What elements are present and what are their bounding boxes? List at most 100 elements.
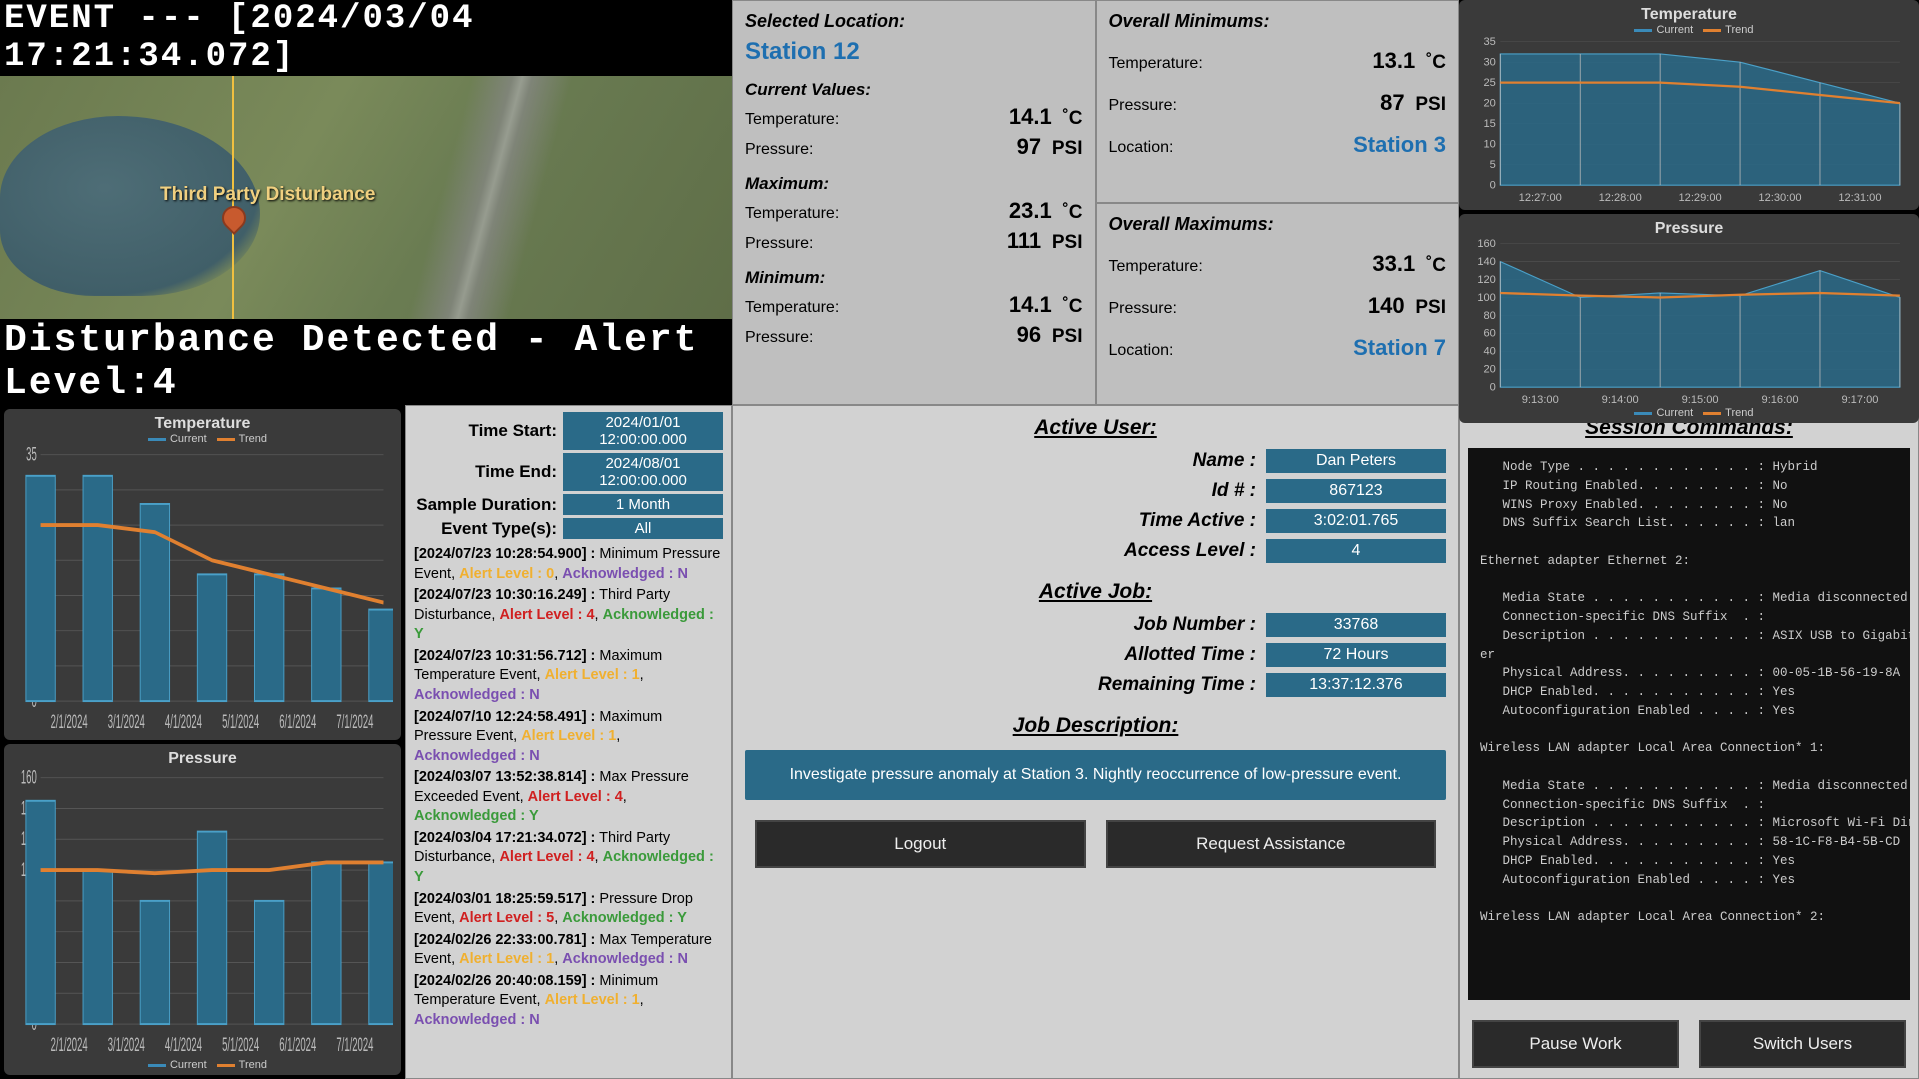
chart-title: Pressure <box>1467 220 1911 238</box>
svg-text:4/1/2024: 4/1/2024 <box>165 712 202 734</box>
user-time-value: 3:02:01.765 <box>1266 509 1446 533</box>
job-number-label: Job Number : <box>745 614 1266 636</box>
filter-type-label: Event Type(s): <box>441 519 557 539</box>
user-name-value: Dan Peters <box>1266 449 1446 473</box>
log-item[interactable]: [2024/02/26 20:40:08.159] : Minimum Temp… <box>414 972 723 1031</box>
user-job-pane: Active User: Name :Dan Peters Id # :8671… <box>732 405 1459 1079</box>
svg-text:35: 35 <box>26 445 37 466</box>
active-user-header: Active User: <box>745 416 1446 440</box>
chart-legend: CurrentTrend <box>1467 24 1911 36</box>
svg-text:9:14:00: 9:14:00 <box>1602 393 1639 405</box>
svg-text:5: 5 <box>1490 159 1496 171</box>
svg-text:120: 120 <box>1477 273 1496 285</box>
svg-text:160: 160 <box>1477 238 1496 250</box>
chart-title: Pressure <box>12 750 393 768</box>
sel-temp-unit: ˚C <box>1062 108 1082 129</box>
svg-text:2/1/2024: 2/1/2024 <box>51 1035 88 1057</box>
charts-bottom-left: TemperatureCurrentTrend051015202530352/1… <box>0 405 405 1079</box>
chart-legend: CurrentTrend <box>12 1059 393 1071</box>
current-values-header: Current Values: <box>745 80 1083 100</box>
log-item[interactable]: [2024/03/07 13:52:38.814] : Max Pressure… <box>414 768 723 827</box>
svg-text:40: 40 <box>1484 345 1496 357</box>
sel-max-temp: 23.1 <box>1009 198 1052 223</box>
svg-text:60: 60 <box>1484 327 1496 339</box>
filter-start-value[interactable]: 2024/01/01 12:00:00.000 <box>563 412 723 450</box>
log-item[interactable]: [2024/07/23 10:30:16.249] : Third Party … <box>414 586 723 645</box>
svg-text:5/1/2024: 5/1/2024 <box>222 712 259 734</box>
logout-button[interactable]: Logout <box>755 820 1086 868</box>
overall-max-title: Overall Maximums: <box>1109 214 1447 235</box>
map-pane: EVENT --- [2024/03/04 17:21:34.072] Thir… <box>0 0 732 405</box>
map-view[interactable]: Third Party Disturbance <box>0 76 732 319</box>
log-item[interactable]: [2024/03/04 17:21:34.072] : Third Party … <box>414 829 723 888</box>
svg-text:30: 30 <box>1484 56 1496 68</box>
user-access-label: Access Level : <box>745 540 1266 562</box>
log-item[interactable]: [2024/03/01 18:25:59.517] : Pressure Dro… <box>414 890 723 929</box>
pause-work-button[interactable]: Pause Work <box>1472 1020 1679 1068</box>
chart-legend: CurrentTrend <box>1467 407 1911 419</box>
svg-text:5/1/2024: 5/1/2024 <box>222 1035 259 1057</box>
sel-max-press: 111 <box>1007 228 1041 253</box>
chart-temp-tr: TemperatureCurrentTrend0510152025303512:… <box>1459 0 1919 210</box>
svg-text:20: 20 <box>1484 97 1496 109</box>
svg-text:0: 0 <box>1490 381 1496 393</box>
log-item[interactable]: [2024/07/10 12:24:58.491] : Maximum Pres… <box>414 708 723 767</box>
svg-text:4/1/2024: 4/1/2024 <box>165 1035 202 1057</box>
job-remain-label: Remaining Time : <box>745 674 1266 696</box>
user-id-label: Id # : <box>745 480 1266 502</box>
map-water <box>0 116 260 296</box>
sel-press-label: Pressure: <box>745 141 813 159</box>
log-list[interactable]: [2024/07/23 10:28:54.900] : Minimum Pres… <box>414 545 723 1033</box>
chart-title: Temperature <box>12 415 393 433</box>
svg-text:12:30:00: 12:30:00 <box>1758 192 1801 204</box>
sel-max-header: Maximum: <box>745 174 1083 194</box>
svg-text:80: 80 <box>1484 309 1496 321</box>
log-item[interactable]: [2024/07/23 10:31:56.712] : Maximum Temp… <box>414 647 723 706</box>
svg-text:12:31:00: 12:31:00 <box>1838 192 1881 204</box>
svg-text:7/1/2024: 7/1/2024 <box>336 712 373 734</box>
map-pin-label: Third Party Disturbance <box>160 184 375 206</box>
terminal-output[interactable]: Node Type . . . . . . . . . . . . : Hybr… <box>1468 448 1910 1000</box>
request-assistance-button[interactable]: Request Assistance <box>1106 820 1437 868</box>
event-header: EVENT --- [2024/03/04 17:21:34.072] <box>0 0 732 76</box>
job-allot-label: Allotted Time : <box>745 644 1266 666</box>
svg-text:3/1/2024: 3/1/2024 <box>108 1035 145 1057</box>
sel-min-temp: 14.1 <box>1009 292 1052 317</box>
ovmax-press: 140 <box>1368 293 1405 318</box>
job-allot-value: 72 Hours <box>1266 643 1446 667</box>
selected-location-title: Selected Location: <box>745 11 1083 32</box>
sel-press-unit: PSI <box>1052 138 1083 159</box>
chart-temp-bl: TemperatureCurrentTrend051015202530352/1… <box>4 409 401 740</box>
ovmin-location: Station 3 <box>1353 132 1446 158</box>
selected-location-box: Selected Location: Station 12 Current Va… <box>732 0 1096 405</box>
job-desc-header: Job Description: <box>745 714 1446 738</box>
svg-text:25: 25 <box>1484 77 1496 89</box>
switch-users-button[interactable]: Switch Users <box>1699 1020 1906 1068</box>
user-name-label: Name : <box>745 450 1266 472</box>
ovmin-temp: 13.1 <box>1372 48 1415 73</box>
sel-temp-label: Temperature: <box>745 111 839 129</box>
ovmin-press: 87 <box>1380 90 1404 115</box>
svg-text:9:15:00: 9:15:00 <box>1682 393 1719 405</box>
selected-station: Station 12 <box>745 38 1083 66</box>
overall-min-title: Overall Minimums: <box>1109 11 1447 32</box>
filter-dur-value[interactable]: 1 Month <box>563 494 723 515</box>
log-item[interactable]: [2024/02/26 22:33:00.781] : Max Temperat… <box>414 931 723 970</box>
filter-type-value[interactable]: All <box>563 518 723 539</box>
sel-min-press: 96 <box>1017 322 1041 347</box>
log-item[interactable]: [2024/07/23 10:28:54.900] : Minimum Pres… <box>414 545 723 584</box>
job-number-value: 33768 <box>1266 613 1446 637</box>
alert-banner: Disturbance Detected - Alert Level:4 <box>0 319 732 405</box>
svg-text:100: 100 <box>1477 291 1496 303</box>
svg-text:35: 35 <box>1484 36 1496 48</box>
ovmax-temp: 33.1 <box>1372 251 1415 276</box>
overall-min-box: Overall Minimums: Temperature:13.1 ˚C Pr… <box>1096 0 1460 203</box>
filter-end-label: Time End: <box>475 462 557 482</box>
chart-press-bl: Pressure0204060801001201401602/1/20243/1… <box>4 744 401 1075</box>
user-id-value: 867123 <box>1266 479 1446 503</box>
event-log-pane: Time Start:2024/01/01 12:00:00.000 Time … <box>405 405 732 1079</box>
svg-text:15: 15 <box>1484 118 1496 130</box>
sel-temp-value: 14.1 <box>1009 104 1052 129</box>
svg-text:2/1/2024: 2/1/2024 <box>51 712 88 734</box>
filter-end-value[interactable]: 2024/08/01 12:00:00.000 <box>563 453 723 491</box>
